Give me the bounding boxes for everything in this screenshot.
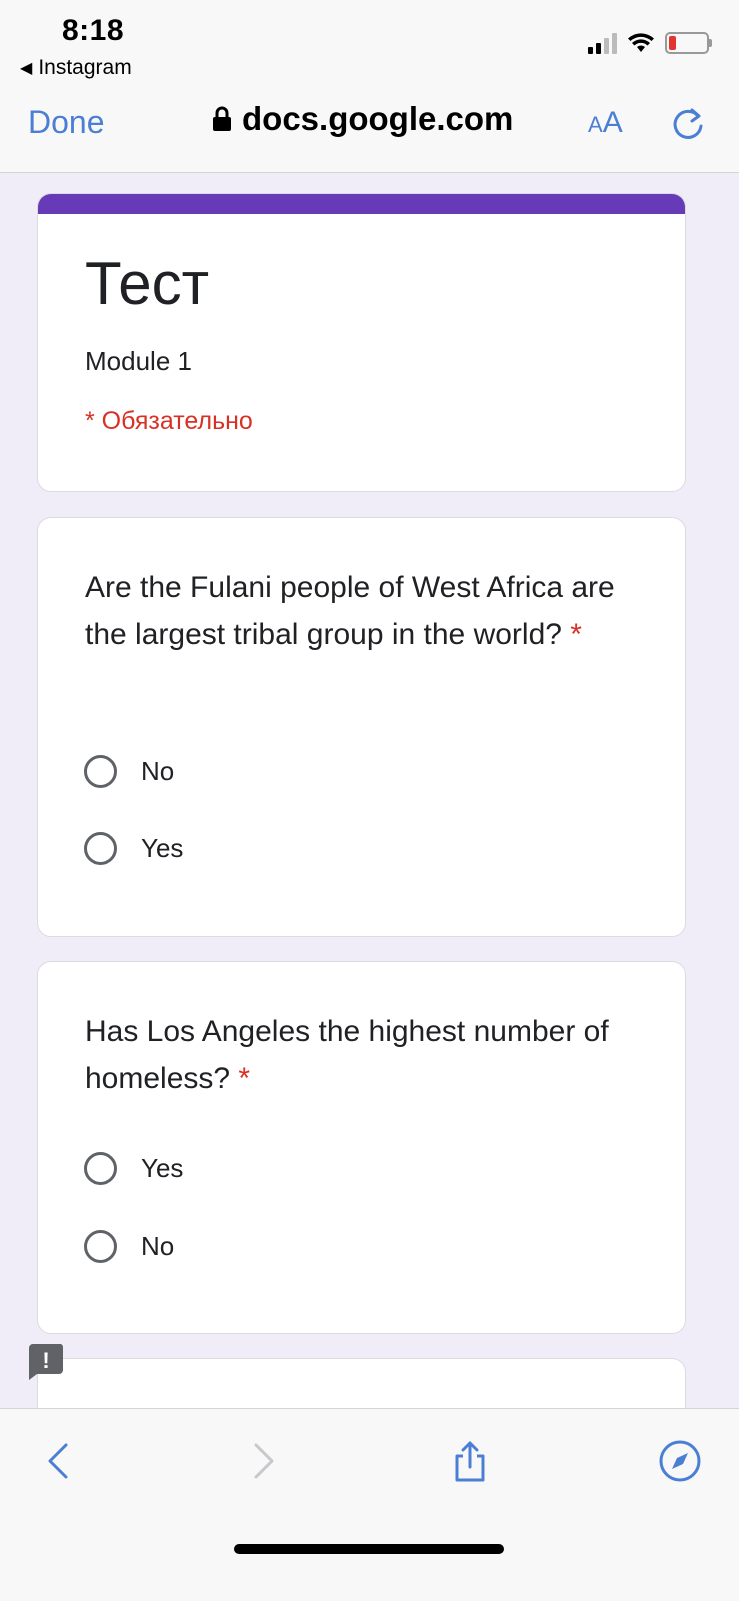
home-indicator[interactable] — [234, 1544, 504, 1554]
option-label: No — [141, 1231, 175, 1261]
form-description: Module 1 — [85, 346, 192, 376]
radio-button[interactable] — [84, 832, 117, 865]
required-note: * Обязательно — [85, 407, 253, 435]
svg-text:!: ! — [42, 1348, 49, 1373]
radio-option[interactable]: No — [84, 1230, 174, 1263]
status-icons — [588, 32, 712, 54]
form-header-card: Тест Module 1 * Обязательно — [37, 193, 686, 492]
option-label: Yes — [141, 833, 184, 863]
form-accent-bar — [38, 194, 685, 214]
required-asterisk: * — [238, 1062, 251, 1095]
browser-toolbar — [0, 1408, 739, 1601]
compass-icon[interactable] — [658, 1439, 702, 1483]
radio-button[interactable] — [84, 1152, 117, 1185]
radio-button[interactable] — [84, 1230, 117, 1263]
wifi-icon — [628, 33, 654, 52]
share-icon[interactable] — [448, 1439, 492, 1483]
radio-option[interactable]: Yes — [84, 832, 183, 865]
radio-option[interactable]: No — [84, 755, 174, 788]
question-card: Has Los Angeles the highest number of ho… — [37, 961, 686, 1334]
question-text: Are the Fulani people of West Africa are… — [85, 571, 615, 651]
cellular-signal-icon — [588, 32, 617, 54]
done-button[interactable]: Done — [28, 104, 105, 141]
browser-header: 8:18 ◀ Instagram Done docs.google.com AA — [0, 0, 739, 173]
required-asterisk: * — [570, 618, 582, 651]
address-bar[interactable]: docs.google.com — [212, 100, 513, 138]
back-app-label: Instagram — [38, 56, 132, 79]
radio-button[interactable] — [84, 755, 117, 788]
feedback-icon[interactable]: ! — [27, 1342, 65, 1380]
form-title: Тест — [85, 250, 210, 317]
battery-icon — [665, 32, 712, 54]
back-arrow-icon[interactable] — [38, 1439, 82, 1483]
radio-option[interactable]: Yes — [84, 1152, 183, 1185]
option-label: No — [141, 756, 175, 786]
question-text: Has Los Angeles the highest number of ho… — [85, 1015, 609, 1095]
forward-arrow-icon[interactable] — [240, 1439, 284, 1483]
status-time: 8:18 — [62, 14, 125, 47]
option-label: Yes — [141, 1153, 184, 1183]
lock-icon — [213, 106, 231, 131]
url-text: docs.google.com — [242, 100, 514, 137]
reader-settings-button[interactable]: AA — [588, 106, 623, 140]
question-card: Are the Fulani people of West Africa are… — [37, 517, 686, 937]
back-to-app-link[interactable]: ◀ Instagram — [20, 56, 132, 80]
reload-icon[interactable] — [668, 104, 708, 144]
back-triangle-icon: ◀ — [20, 60, 33, 77]
